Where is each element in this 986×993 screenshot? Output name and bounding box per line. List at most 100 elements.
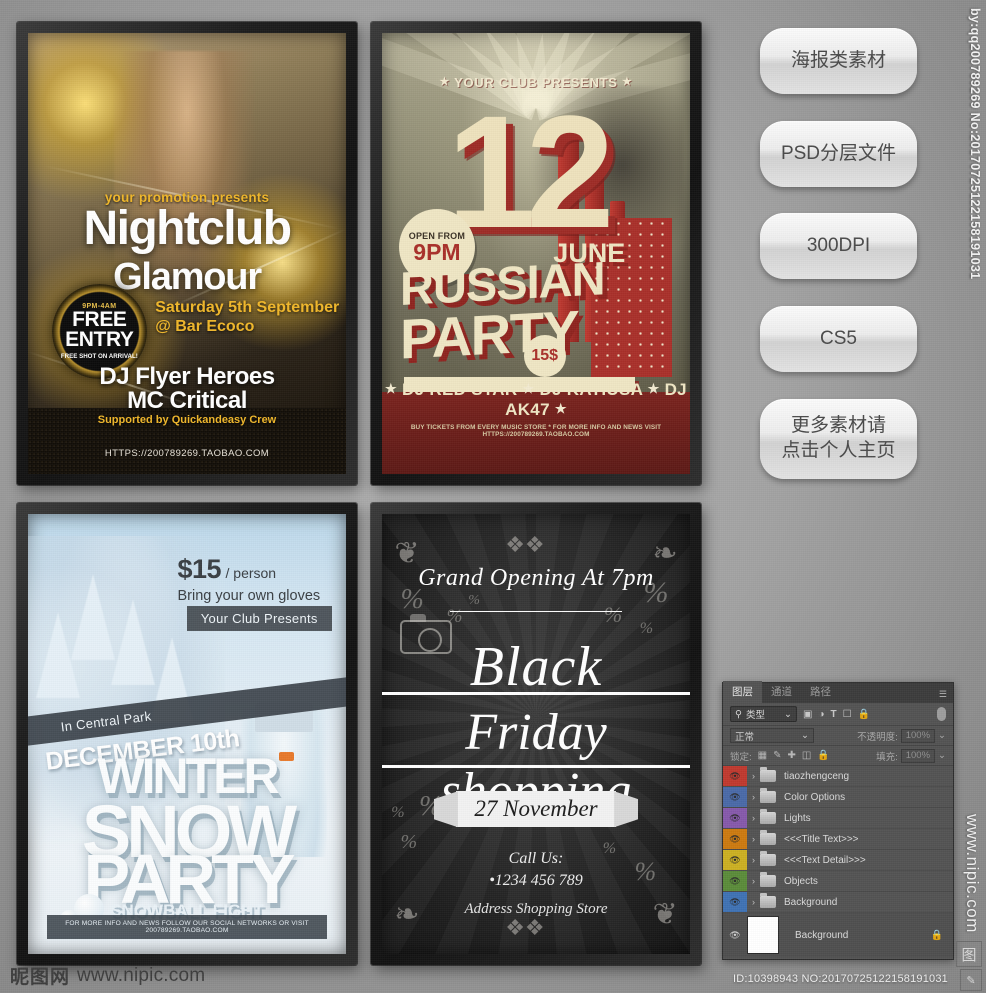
- eye-icon: 👁: [729, 791, 741, 802]
- folder-icon: [760, 809, 776, 824]
- layer-visibility-toggle[interactable]: 👁: [723, 871, 747, 891]
- button-poster-material[interactable]: 海报类素材: [760, 28, 917, 94]
- lock-icon[interactable]: 🔒: [931, 930, 943, 941]
- site-logo-bar: 昵图网 www.nipic.com: [10, 962, 205, 989]
- type-filter-icon[interactable]: T: [831, 709, 837, 720]
- layer-name: Color Options: [784, 791, 846, 803]
- site-logo-domain: www.nipic.com: [77, 964, 206, 986]
- dj-name-2: MC Critical: [127, 387, 247, 415]
- poster-frame-winter[interactable]: $15 / person Bring your own gloves Your …: [17, 503, 357, 965]
- poster-russian-party: ★ YOUR CLUB PRESENTS ★ 12 JUNE OPEN FROM…: [382, 33, 690, 474]
- poster-fineprint: BUY TICKETS FROM EVERY MUSIC STORE * FOR…: [410, 423, 662, 438]
- dj-name-1: DJ Flyer Heroes: [99, 362, 275, 390]
- panel-menu-icon[interactable]: ☰: [939, 689, 947, 700]
- date-banner: 27 November: [455, 791, 617, 828]
- lock-transparent-pixels-icon[interactable]: ▦: [758, 750, 767, 761]
- lock-all-icon[interactable]: 🔒: [817, 750, 829, 761]
- button-300dpi[interactable]: 300DPI: [760, 213, 917, 279]
- layer-visibility-toggle[interactable]: 👁: [723, 787, 747, 807]
- chevron-right-icon[interactable]: ›: [747, 771, 760, 781]
- blend-mode-select[interactable]: 正常 ⌄: [730, 728, 814, 743]
- tab-layers[interactable]: 图层: [723, 681, 762, 703]
- adjustment-filter-icon[interactable]: ◑: [818, 709, 824, 720]
- lock-position-icon[interactable]: ✚: [787, 750, 795, 761]
- dj-name-1: DJ RED STAR: [402, 380, 518, 400]
- filter-kind-label: 类型: [745, 710, 765, 721]
- percent-symbol: %: [446, 606, 463, 628]
- layer-name: Objects: [784, 875, 818, 887]
- table-row[interactable]: 👁 › <<<Title Text>>>: [723, 829, 953, 850]
- poster-frame-russian[interactable]: ★ YOUR CLUB PRESENTS ★ 12 JUNE OPEN FROM…: [371, 22, 701, 485]
- chevron-right-icon[interactable]: ›: [747, 834, 760, 844]
- chevron-down-icon: ⌄: [784, 708, 792, 720]
- layer-visibility-toggle[interactable]: 👁: [723, 892, 747, 912]
- chevron-right-icon[interactable]: ›: [747, 813, 760, 823]
- site-logo-cn: 昵图网: [10, 966, 71, 988]
- corner-logo-icon: 图: [956, 941, 982, 967]
- lock-artboard-nesting-icon[interactable]: ◫: [802, 750, 811, 761]
- table-row[interactable]: 👁 › tiaozhengceng: [723, 766, 953, 787]
- layer-list[interactable]: 👁 › tiaozhengceng 👁 › Color Options 👁 › …: [723, 766, 953, 957]
- layer-filter-row[interactable]: ⚲ 类型 ⌄ ▣ ◑ T ☐ 🔒: [723, 703, 953, 726]
- layer-visibility-toggle[interactable]: 👁: [723, 850, 747, 870]
- divider: [449, 610, 623, 612]
- button-more-materials-homepage[interactable]: 更多素材请 点击个人主页: [760, 399, 917, 479]
- lock-fill-row[interactable]: 锁定: ▦ ✎ ✚ ◫ 🔒 填充: 100% ⌄: [723, 746, 953, 766]
- filter-kind-select[interactable]: ⚲ 类型 ⌄: [730, 706, 797, 722]
- layer-visibility-toggle[interactable]: 👁: [723, 808, 747, 828]
- chevron-down-icon[interactable]: ⌄: [938, 730, 946, 741]
- blend-opacity-row[interactable]: 正常 ⌄ 不透明度: 100% ⌄: [723, 726, 953, 746]
- fill-control[interactable]: 填充: 100% ⌄: [876, 748, 946, 763]
- smart-object-filter-icon[interactable]: 🔒: [858, 709, 870, 720]
- table-row[interactable]: 👁 › Lights: [723, 808, 953, 829]
- poster-frame-nightclub[interactable]: your promotion presents Nightclub Glamou…: [17, 22, 357, 485]
- table-row-background-layer[interactable]: 👁 Background 🔒: [723, 913, 953, 957]
- lock-image-pixels-icon[interactable]: ✎: [773, 750, 781, 761]
- tab-channels[interactable]: 通道: [762, 681, 801, 703]
- layer-visibility-toggle[interactable]: 👁: [723, 766, 747, 786]
- image-id-line: ID:10398943 NO:20170725122158191031: [733, 973, 948, 985]
- star-icon: ★: [647, 381, 660, 397]
- poster-word-party: PARTY: [83, 839, 295, 918]
- price-block: $15 / person Bring your own gloves: [177, 554, 330, 604]
- chevron-right-icon[interactable]: ›: [747, 876, 760, 886]
- layer-visibility-toggle[interactable]: 👁: [723, 829, 747, 849]
- folder-icon: [760, 788, 776, 803]
- chevron-right-icon[interactable]: ›: [747, 855, 760, 865]
- table-row[interactable]: 👁 › Color Options: [723, 787, 953, 808]
- image-filter-icon[interactable]: ▣: [803, 709, 812, 720]
- price-amount: $15: [177, 553, 222, 584]
- star-icon: ★: [522, 381, 535, 397]
- fill-value[interactable]: 100%: [900, 748, 936, 763]
- table-row[interactable]: 👁 › <<<Text Detail>>>: [723, 850, 953, 871]
- fill-label: 填充:: [876, 751, 898, 763]
- poster-url: HTTPS://200789269.TAOBAO.COM: [104, 447, 270, 459]
- eye-icon: 👁: [729, 833, 741, 844]
- phone-number: •1234 456 789: [489, 871, 583, 889]
- opacity-control[interactable]: 不透明度: 100% ⌄: [857, 728, 946, 743]
- blend-mode-value: 正常: [735, 731, 755, 743]
- poster-frame-blackfriday[interactable]: ❦ ❧ ❖❖ ❧ ❦ ❖❖ % % % % % % % % % % % % Gr…: [371, 503, 701, 965]
- chevron-right-icon[interactable]: ›: [747, 792, 760, 802]
- percent-symbol: %: [603, 602, 623, 627]
- button-psd-layered-file[interactable]: PSD分层文件: [760, 121, 917, 187]
- panel-tab-bar[interactable]: 图层 通道 路径 ☰: [723, 681, 953, 703]
- dj-lineup: DJ Flyer Heroes MC Critical: [28, 362, 346, 415]
- eye-icon: 👁: [729, 875, 741, 886]
- opacity-value[interactable]: 100%: [900, 728, 936, 743]
- divider: [382, 764, 690, 768]
- button-cs5[interactable]: CS5: [760, 306, 917, 372]
- poster-title-line1: Nightclub: [83, 202, 293, 256]
- filter-enable-toggle[interactable]: [937, 707, 946, 721]
- chevron-right-icon[interactable]: ›: [747, 897, 760, 907]
- corner-secondary-icon: ✎: [960, 969, 982, 991]
- shape-filter-icon[interactable]: ☐: [843, 709, 852, 720]
- table-row[interactable]: 👁 › Background: [723, 892, 953, 913]
- layer-visibility-toggle[interactable]: 👁: [723, 930, 747, 941]
- chevron-down-icon[interactable]: ⌄: [938, 750, 946, 761]
- percent-symbol: %: [468, 593, 480, 609]
- tab-paths[interactable]: 路径: [801, 681, 840, 703]
- photoshop-layers-panel[interactable]: 图层 通道 路径 ☰ ⚲ 类型 ⌄ ▣ ◑ T ☐ 🔒 正常 ⌄ 不透明度: 1…: [722, 681, 954, 960]
- layer-name: <<<Title Text>>>: [784, 833, 859, 845]
- table-row[interactable]: 👁 › Objects: [723, 871, 953, 892]
